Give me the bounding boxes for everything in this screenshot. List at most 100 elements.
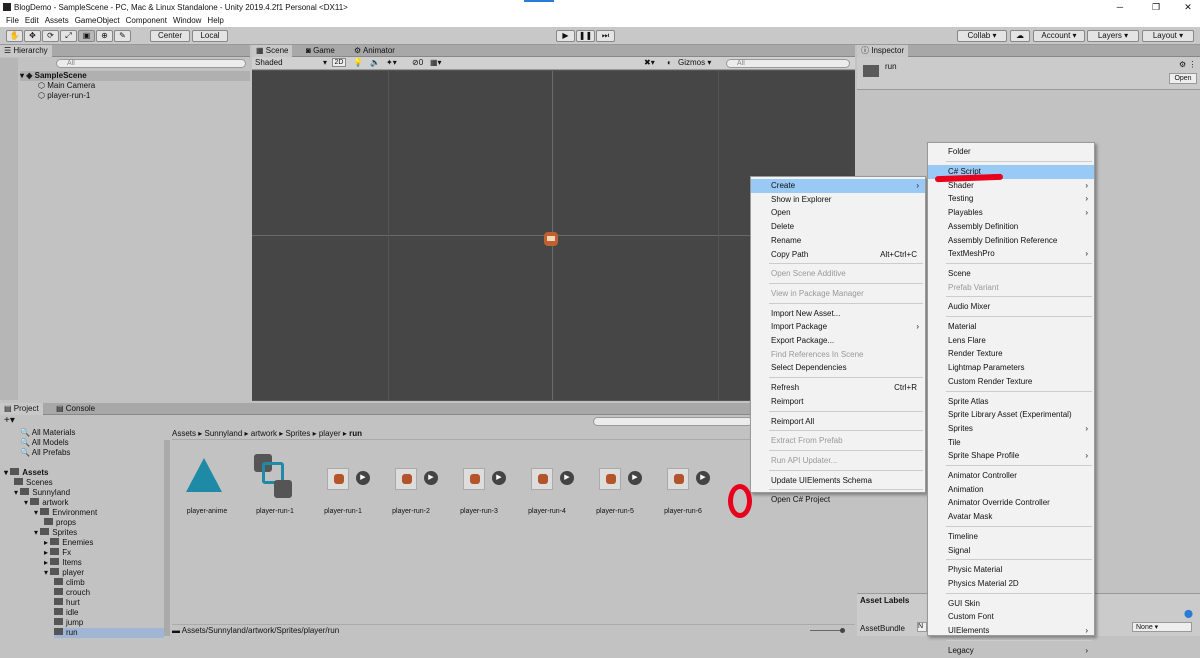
play-button[interactable]: ▶ (556, 30, 575, 42)
create-menu-item[interactable]: Animator Override Controller (928, 496, 1094, 510)
create-menu-item[interactable]: Animator Controller (928, 469, 1094, 483)
hand-tool-icon[interactable]: ✋ (6, 30, 23, 42)
play-icon[interactable]: ▶ (424, 471, 438, 485)
rect-tool-icon[interactable]: ▣ (78, 30, 95, 42)
hierarchy-search-input[interactable]: All (56, 59, 246, 68)
folder-tree-item[interactable]: climb (54, 578, 164, 588)
pivot-center-button[interactable]: Center (150, 30, 190, 42)
tab-scene[interactable]: ▦ Scene (252, 45, 293, 57)
create-menu-item[interactable]: Physics Material 2D (928, 577, 1094, 591)
create-menu-item[interactable]: Timeline (928, 530, 1094, 544)
cloud-icon[interactable]: ☁ (1010, 30, 1030, 42)
play-icon[interactable]: ▶ (696, 471, 710, 485)
layout-dropdown[interactable]: Layout ▾ (1142, 30, 1194, 42)
create-menu-item[interactable]: Testing › (928, 192, 1094, 206)
account-dropdown[interactable]: Account ▾ (1033, 30, 1085, 42)
maximize-button[interactable]: ❐ (1144, 0, 1168, 14)
create-menu-item[interactable]: Render Texture (928, 347, 1094, 361)
favorite-item[interactable]: 🔍 All Materials (20, 428, 75, 438)
folder-tree-item[interactable]: idle (54, 608, 164, 618)
folder-tree-item[interactable]: ▸ Items (44, 558, 164, 568)
create-menu-item[interactable]: Audio Mixer (928, 300, 1094, 314)
create-menu-item[interactable]: Folder (928, 145, 1094, 159)
tag-icon[interactable]: ⬤ (1184, 609, 1193, 618)
context-menu-item[interactable]: Export Package... (751, 334, 925, 348)
breadcrumb-item[interactable]: artwork (251, 429, 277, 438)
minimize-button[interactable]: ─ (1108, 0, 1132, 14)
create-menu-item[interactable]: Lightmap Parameters (928, 361, 1094, 375)
menu-help[interactable]: Help (207, 16, 223, 25)
create-menu-item[interactable]: Sprite Library Asset (Experimental) (928, 408, 1094, 422)
custom-tool-icon[interactable]: ✎ (114, 30, 131, 42)
context-menu-item[interactable]: Import New Asset... (751, 307, 925, 321)
hierarchy-item-player-run-1[interactable]: ⬡ player-run-1 (38, 91, 90, 101)
create-menu-item[interactable]: GUI Skin (928, 597, 1094, 611)
menu-assets[interactable]: Assets (45, 16, 69, 25)
favorite-item[interactable]: 🔍 All Prefabs (20, 448, 70, 458)
folder-tree-item[interactable]: crouch (54, 588, 164, 598)
create-menu-item[interactable]: Signal (928, 544, 1094, 558)
folder-tree-item[interactable]: props (44, 518, 164, 528)
context-menu-item[interactable]: Open C# Project (751, 493, 925, 507)
context-menu-item[interactable]: Update UIElements Schema (751, 474, 925, 488)
tab-hierarchy[interactable]: ☰ Hierarchy (0, 45, 52, 57)
context-menu-item[interactable]: Import Package › (751, 320, 925, 334)
folder-tree-item[interactable]: ▾ artwork (24, 498, 164, 508)
tab-inspector[interactable]: ⓘ Inspector (857, 45, 909, 57)
breadcrumb-item[interactable]: run (349, 429, 362, 438)
create-menu-item[interactable]: Sprite Shape Profile › (928, 449, 1094, 463)
slider-thumb[interactable] (840, 628, 845, 633)
menu-file[interactable]: File (6, 16, 19, 25)
rotate-tool-icon[interactable]: ⟳ (42, 30, 59, 42)
context-menu-item[interactable]: Select Dependencies (751, 361, 925, 375)
favorite-item[interactable]: 🔍 All Models (20, 438, 69, 448)
create-menu-item[interactable]: Physic Material (928, 563, 1094, 577)
create-menu-item[interactable]: Playables › (928, 206, 1094, 220)
breadcrumb-item[interactable]: Assets (172, 429, 196, 438)
folder-tree-item[interactable]: ▸ Fx (44, 548, 164, 558)
folder-tree-item[interactable]: run (54, 628, 164, 638)
folder-tree-item[interactable]: ▾ Assets (4, 468, 164, 478)
menu-component[interactable]: Component (126, 16, 167, 25)
folder-tree-item[interactable]: Scenes (14, 478, 164, 488)
menu-gameobject[interactable]: GameObject (75, 16, 120, 25)
effects-toggle-icon[interactable]: ✦▾ (386, 58, 397, 67)
create-menu-item[interactable]: Avatar Mask (928, 510, 1094, 524)
context-menu-item[interactable]: Reimport All (751, 415, 925, 429)
context-menu-item[interactable]: Create › (751, 179, 925, 193)
player-sprite[interactable] (542, 230, 560, 248)
layers-dropdown[interactable]: Layers ▾ (1087, 30, 1139, 42)
create-menu-item[interactable]: Sprite Atlas (928, 395, 1094, 409)
create-menu-item[interactable]: Custom Render Texture (928, 375, 1094, 389)
tab-console[interactable]: ▤ Console (52, 403, 99, 415)
create-menu-item[interactable]: Assembly Definition Reference (928, 234, 1094, 248)
folder-tree-item[interactable]: ▾ Sunnyland (14, 488, 164, 498)
pivot-local-button[interactable]: Local (192, 30, 228, 42)
step-button[interactable]: ⏭ (596, 30, 615, 42)
tab-game[interactable]: ◙ Game (302, 45, 339, 57)
context-menu-item[interactable]: Reimport (751, 395, 925, 409)
play-icon[interactable]: ▶ (628, 471, 642, 485)
create-asset-button[interactable]: +▾ (4, 415, 15, 426)
collab-dropdown[interactable]: Collab ▾ (957, 30, 1007, 42)
close-button[interactable]: ✕ (1176, 0, 1200, 14)
breadcrumb-item[interactable]: Sunnyland (204, 429, 242, 438)
context-menu-item[interactable]: Show in Explorer (751, 193, 925, 207)
tab-animator[interactable]: ⚙ Animator (350, 45, 399, 57)
create-menu-item[interactable]: Assembly Definition (928, 220, 1094, 234)
folder-tree-item[interactable]: ▾ player (44, 568, 164, 578)
play-icon[interactable]: ▶ (492, 471, 506, 485)
audio-toggle-icon[interactable]: 🔈 (370, 58, 380, 67)
scene-root-item[interactable]: ▾ ◈ SampleScene (20, 71, 250, 81)
pause-button[interactable]: ❚❚ (576, 30, 595, 42)
folder-tree-item[interactable]: ▾ Environment (34, 508, 164, 518)
create-menu-item[interactable]: Scene (928, 267, 1094, 281)
folder-tree-item[interactable]: ▸ Enemies (44, 538, 164, 548)
project-search-input[interactable] (593, 417, 753, 426)
play-icon[interactable]: ▶ (356, 471, 370, 485)
inspector-settings-icon[interactable]: ⚙ ⋮ (1179, 60, 1196, 69)
play-icon[interactable]: ▶ (560, 471, 574, 485)
context-menu-item[interactable]: Open (751, 206, 925, 220)
folder-tree-item[interactable]: ▾ Sprites (34, 528, 164, 538)
icon-size-slider[interactable] (810, 630, 844, 631)
